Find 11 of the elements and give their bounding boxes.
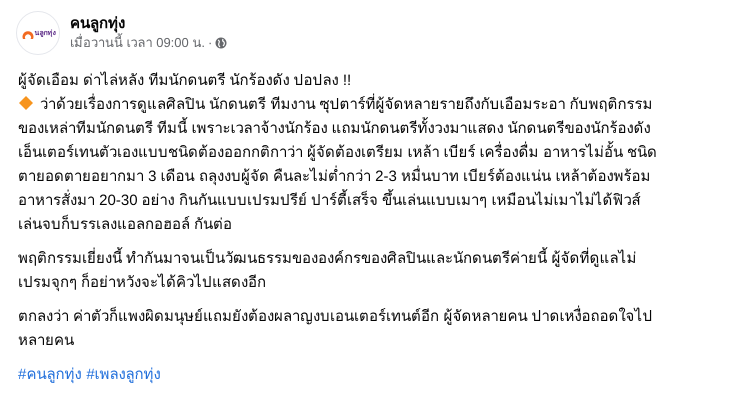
post-paragraph: ว่าด้วยเรื่องการดูแลศิลปิน นักดนตรี ทีมงาน ซุปตาร์ที่ผู้จัดหลายรายถึงกับเอือมระอา กับพฤติกรรมของเหล่าทีมนักดนตรี ทีมนี้ เพราะเวลาจ้างนักร้อง แถมนักดนตรีทั้งวงมาแสดง นักดนตรีของนักร้องดัง เอ็นเตอร์เทนตัวเองแบบชนิดต้องออกกติกาว่า ผู้จัดต้องเตรียม เหล้า เบียร์ เครื่องดื่ม อาหารไม่อั้น ชนิดตายอดตายอยากมา 3 เดือน ถลุงงบผู้จัด คืนละไม่ต่ำกว่า 2-3 หมื่นบาท เบียร์ต้องแน่น เหล้าต้องพร้อม อาหารสั่งมา 20-30 อย่าง กินกันแบบเปรมปรีย์ ปาร์ตี้เสร็จ ขึ้นเล่นแบบเมาๆ เหมือนไม่เมาไม่ได้ฟิวส์ เล่นจบก็บรรเลงแอลกอฮอล์ กันต่อ [18,93,662,237]
post-headline: ผู้จัดเอือม ด่าไล่หลัง ทีมนักดนตรี นักร้องดัง ปอปลง !! [18,70,352,91]
hashtag-link[interactable]: #คนลูกทุ่ง [18,363,82,387]
hashtag-link[interactable]: #เพลงลูกทุ่ง [86,363,161,387]
post-timestamp[interactable]: เมื่อวานนี้ เวลา 09:00 น. [70,34,205,52]
author-name[interactable]: คนลูกทุ่ง [70,14,228,34]
globe-icon [215,37,228,49]
post-paragraph: ตกลงว่า ค่าตัวก็แพงผิดมนุษย์แถมยังต้องผลาญงบเอนเตอร์เทนต์อีก ผู้จัดหลายคน ปาดเหงื่อถอดใจไปหลายคน [18,305,662,353]
diamond-icon [18,95,34,111]
post-paragraph: พฤติกรรมเยี่ยงนี้ ทำกันมาจนเป็นวัฒนธรรมขององค์กรของศิลปินและนักดนตรีค่ายนี้ ผู้จัดที่ดูแลไม่เปรมจุกๆ ก็อย่าหวังจะได้คิวไปแสดงอีก [18,247,662,295]
separator-dot: · [208,34,212,52]
